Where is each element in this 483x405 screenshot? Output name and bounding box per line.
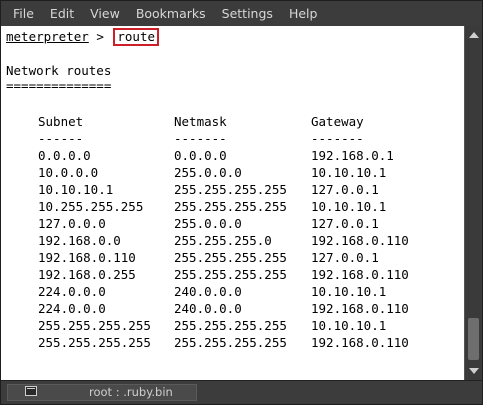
route-cell-netmask: 255.0.0.0 [174,216,242,231]
route-cell-subnet: 10.0.0.0 [38,165,99,180]
route-cell-subnet: 0.0.0.0 [38,148,91,163]
route-cell-gateway: 10.10.10.1 [311,165,387,180]
route-cell-subnet: 224.0.0.0 [38,284,106,299]
route-cell-subnet: 10.10.10.1 [38,182,114,197]
route-cell-netmask: 255.255.255.255 [174,199,287,214]
route-cell-netmask: 255.255.255.255 [174,335,287,350]
route-cell-subnet: 255.255.255.255 [38,318,151,333]
status-bar: root : .ruby.bin [1,380,482,404]
route-cell-netmask: 0.0.0.0 [174,148,227,163]
menu-file[interactable]: File [5,1,42,26]
menu-edit[interactable]: Edit [42,1,82,26]
column-header-netmask: Netmask [174,114,227,129]
route-cell-netmask: 240.0.0.0 [174,301,242,316]
route-cell-subnet: 192.168.0.0 [38,233,121,248]
session-tab-label: root : .ruby.bin [89,385,173,399]
route-cell-netmask: 255.255.255.255 [174,267,287,282]
route-cell-gateway: 192.168.0.110 [311,301,409,316]
route-cell-netmask: 255.255.255.255 [174,318,287,333]
route-cell-netmask: 255.0.0.0 [174,165,242,180]
route-cell-subnet: 224.0.0.0 [38,301,106,316]
command-line: meterpreter > route [6,28,160,46]
route-cell-gateway: 127.0.0.1 [311,216,379,231]
route-cell-gateway: 10.10.10.1 [311,199,387,214]
route-cell-gateway: 192.168.0.110 [311,267,409,282]
column-divider-subnet: ------ [38,131,84,146]
scroll-down-icon[interactable] [469,368,479,374]
prompt-text: meterpreter [6,29,89,44]
route-cell-gateway: 127.0.0.1 [311,182,379,197]
route-cell-gateway: 192.168.0.110 [311,233,409,248]
route-cell-gateway: 192.168.0.110 [311,335,409,350]
scroll-up-icon[interactable] [469,32,479,38]
route-cell-netmask: 255.255.255.255 [174,182,287,197]
routes-heading-underline: ============== [6,78,112,93]
scroll-thumb[interactable] [468,318,479,360]
column-divider-netmask: ------- [174,131,227,146]
route-cell-subnet: 192.168.0.110 [38,250,136,265]
route-cell-gateway: 10.10.10.1 [311,284,387,299]
column-header-subnet: Subnet [38,114,84,129]
route-cell-gateway: 127.0.0.1 [311,250,379,265]
route-cell-gateway: 10.10.10.1 [311,318,387,333]
terminal-window: File Edit View Bookmarks Settings Help m… [0,0,483,405]
route-cell-netmask: 255.255.255.255 [174,250,287,265]
route-cell-netmask: 255.255.255.0 [174,233,272,248]
highlighted-command: route [113,28,160,46]
column-divider-gateway: ------- [311,131,364,146]
menu-help[interactable]: Help [281,1,326,26]
terminal-icon [25,386,37,396]
terminal-output[interactable]: meterpreter > route Network routes =====… [1,26,464,380]
column-header-gateway: Gateway [311,114,364,129]
route-cell-subnet: 10.255.255.255 [38,199,144,214]
prompt-separator: > [88,29,112,44]
vertical-scrollbar[interactable] [464,26,482,380]
menu-view[interactable]: View [82,1,128,26]
route-cell-subnet: 127.0.0.0 [38,216,106,231]
menu-settings[interactable]: Settings [214,1,281,26]
routes-heading: Network routes [6,63,112,78]
menu-bookmarks[interactable]: Bookmarks [128,1,214,26]
route-cell-subnet: 192.168.0.255 [38,267,136,282]
route-cell-netmask: 240.0.0.0 [174,284,242,299]
route-cell-subnet: 255.255.255.255 [38,335,151,350]
route-cell-gateway: 192.168.0.1 [311,148,394,163]
menu-bar: File Edit View Bookmarks Settings Help [1,1,482,26]
